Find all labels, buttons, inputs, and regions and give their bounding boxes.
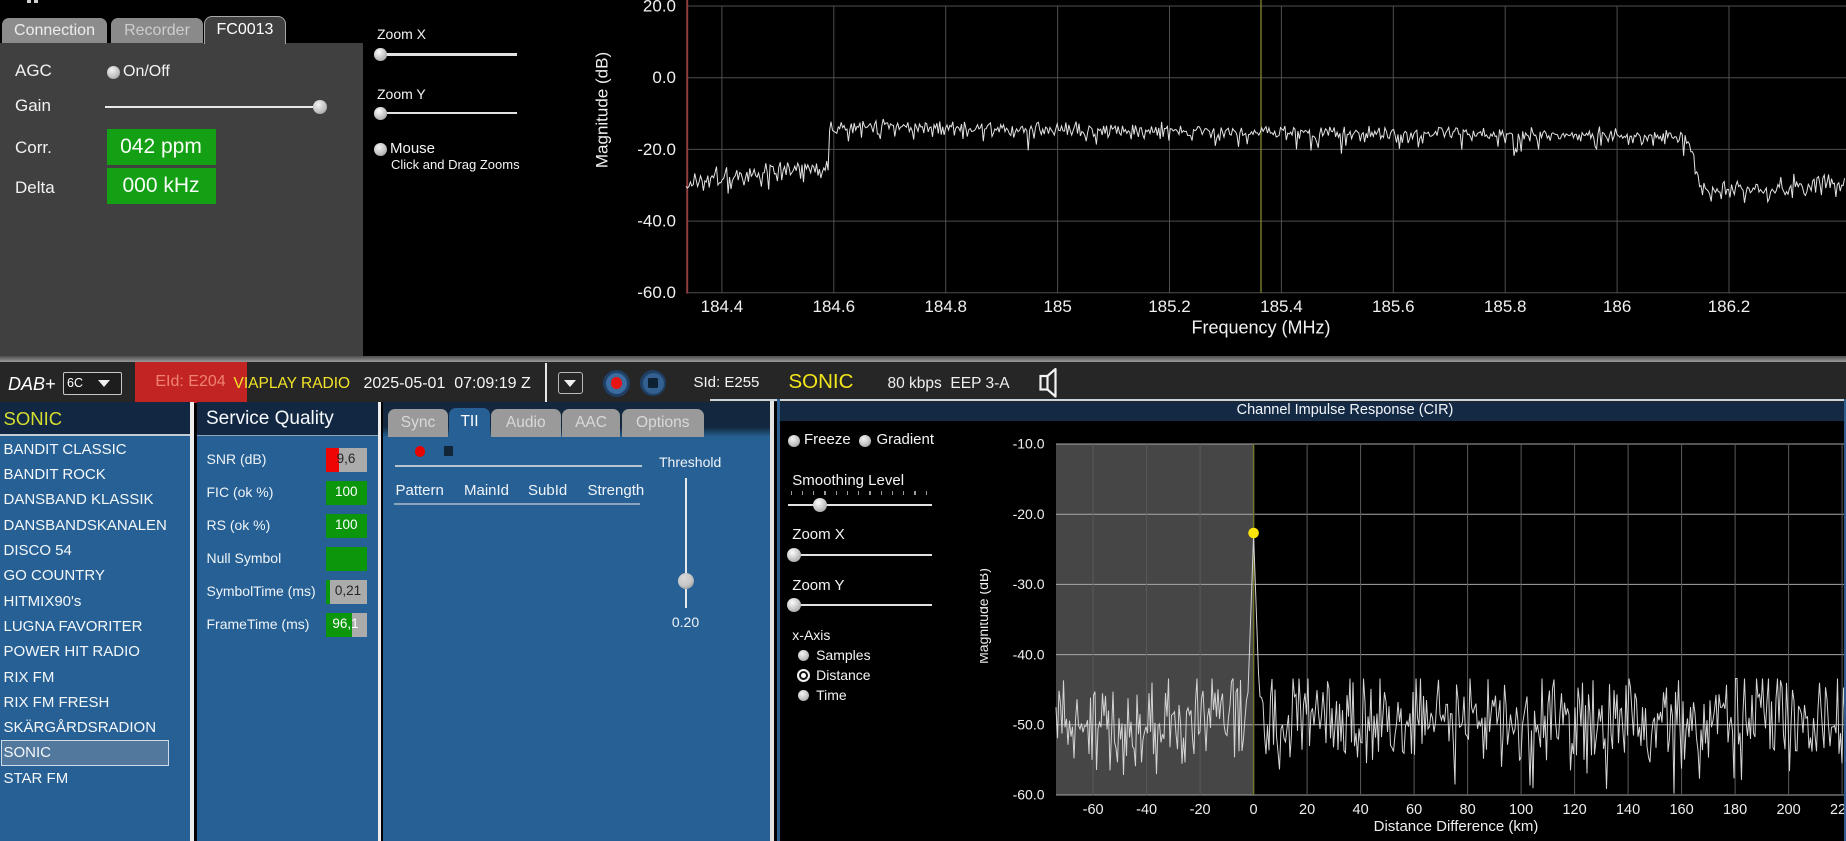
svg-text:Distance Difference (km): Distance Difference (km) bbox=[1374, 818, 1539, 835]
svg-text:60: 60 bbox=[1406, 802, 1422, 818]
svg-text:185.8: 185.8 bbox=[1484, 297, 1527, 316]
svg-text:-60.0: -60.0 bbox=[637, 283, 676, 302]
svg-text:-10.0: -10.0 bbox=[1013, 436, 1045, 452]
svg-text:186.2: 186.2 bbox=[1708, 297, 1751, 316]
svg-text:-50.0: -50.0 bbox=[1013, 717, 1045, 733]
svg-text:-60.0: -60.0 bbox=[1013, 787, 1045, 803]
svg-text:184.8: 184.8 bbox=[924, 297, 967, 316]
svg-text:100: 100 bbox=[1509, 802, 1533, 818]
svg-text:Frequency (MHz): Frequency (MHz) bbox=[1191, 318, 1330, 338]
svg-text:185: 185 bbox=[1043, 297, 1071, 316]
svg-text:80: 80 bbox=[1460, 802, 1476, 818]
svg-text:Magnitude (dB): Magnitude (dB) bbox=[593, 52, 612, 168]
svg-text:-40.0: -40.0 bbox=[1013, 646, 1045, 662]
svg-text:200: 200 bbox=[1776, 802, 1800, 818]
svg-text:-40.0: -40.0 bbox=[637, 212, 676, 231]
svg-text:180: 180 bbox=[1723, 802, 1747, 818]
svg-text:-30.0: -30.0 bbox=[1013, 576, 1045, 592]
svg-text:120: 120 bbox=[1562, 802, 1586, 818]
svg-text:140: 140 bbox=[1616, 802, 1640, 818]
svg-text:0: 0 bbox=[1250, 802, 1258, 818]
svg-text:40: 40 bbox=[1353, 802, 1369, 818]
svg-text:-20: -20 bbox=[1190, 802, 1211, 818]
svg-text:184.6: 184.6 bbox=[813, 297, 856, 316]
svg-text:-20.0: -20.0 bbox=[1013, 506, 1045, 522]
svg-text:-20.0: -20.0 bbox=[637, 140, 676, 159]
svg-text:Magnitude (dB): Magnitude (dB) bbox=[980, 568, 991, 664]
svg-text:185.2: 185.2 bbox=[1148, 297, 1191, 316]
svg-text:0.0: 0.0 bbox=[652, 68, 676, 87]
svg-text:20: 20 bbox=[1299, 802, 1315, 818]
svg-text:20.0: 20.0 bbox=[643, 0, 676, 15]
svg-text:185.4: 185.4 bbox=[1260, 297, 1303, 316]
svg-text:185.6: 185.6 bbox=[1372, 297, 1415, 316]
svg-text:160: 160 bbox=[1669, 802, 1693, 818]
svg-text:-60: -60 bbox=[1083, 802, 1104, 818]
svg-text:184.4: 184.4 bbox=[701, 297, 744, 316]
svg-text:186: 186 bbox=[1603, 297, 1631, 316]
svg-text:-40: -40 bbox=[1136, 802, 1157, 818]
